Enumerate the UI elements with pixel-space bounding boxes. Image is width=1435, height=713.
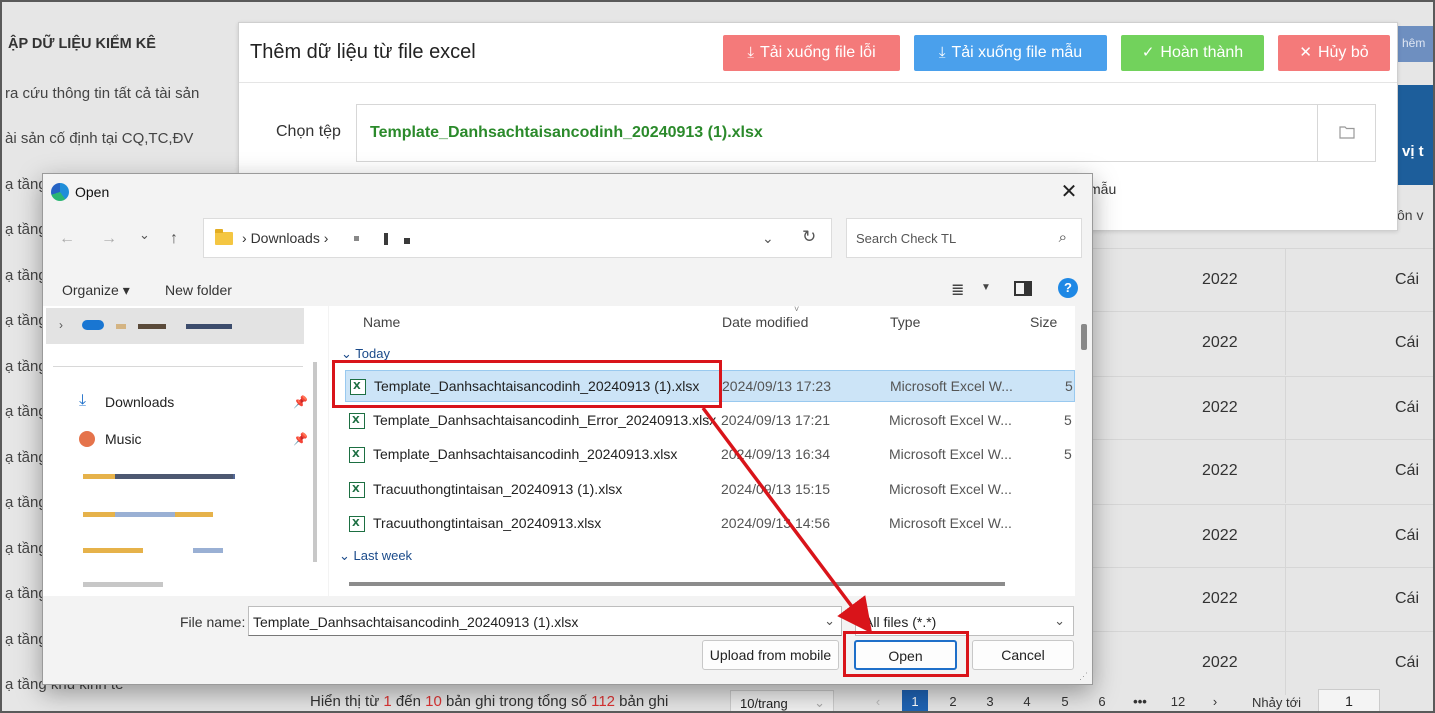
screenshot-frame: [0, 0, 1435, 713]
